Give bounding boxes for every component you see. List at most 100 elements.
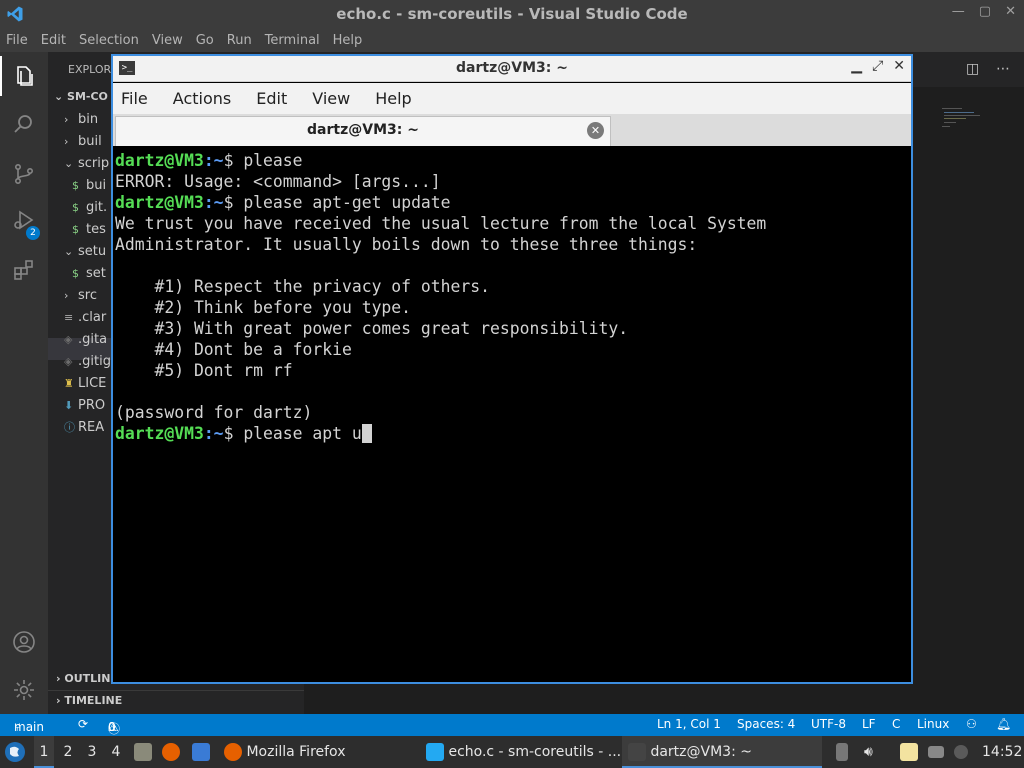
notes-icon[interactable] [900,736,918,768]
more-actions-icon[interactable]: ⋯ [996,61,1012,77]
taskbar-vscode[interactable]: echo.c - sm-coreutils - ... [426,736,621,768]
encoding[interactable]: UTF-8 [811,717,846,731]
maximize-icon[interactable]: ▢ [979,4,991,19]
shell-file-icon: $ [72,267,79,280]
outline-section[interactable]: › OUTLINE [56,672,118,685]
taskbar-terminal[interactable]: dartz@VM3: ~ [622,736,822,768]
terminal-titlebar[interactable]: >_ dartz@VM3: ~ ▁ ⤢ ✕ [113,56,911,82]
tree-item-scripts[interactable]: ⌄ scrip [64,153,109,175]
account-icon[interactable] [12,630,36,654]
taskbar-firefox[interactable]: Mozilla Firefox [224,736,345,768]
terminal-output[interactable]: dartz@VM3:~$ please ERROR: Usage: <comman… [113,148,911,682]
tree-item-setup[interactable]: ⌄ setu [64,241,106,263]
tree-item-clang[interactable]: ≡ .clar [64,307,106,329]
terminal-menu-edit[interactable]: Edit [256,89,287,108]
license-file-icon: ♜ [64,377,74,390]
workspace-4[interactable]: 4 [108,736,124,768]
branch-label: main [14,720,44,734]
prompt-symbol: $ [223,424,244,443]
tab-close-icon[interactable]: ✕ [587,122,604,139]
chevron-down-icon: ⌄ [64,157,74,170]
clipboard-icon[interactable] [836,736,848,768]
notifications-bell-icon[interactable]: 🔔︎ [996,717,1011,731]
start-menu-icon[interactable] [4,736,30,768]
menu-selection[interactable]: Selection [79,33,139,48]
cursor-position[interactable]: Ln 1, Col 1 [657,717,721,731]
language-mode[interactable]: C [892,717,900,731]
settings-gear-icon[interactable] [12,678,36,702]
firefox-launcher-icon[interactable] [162,736,184,768]
timeline-section[interactable]: › TIMELINE [56,694,122,707]
menu-view[interactable]: View [152,33,183,48]
tree-item-readme[interactable]: ⓘ REA [64,417,104,439]
os-status[interactable]: Linux [917,717,949,731]
tree-label: .gita [78,332,108,347]
tree-label: .gitig [78,354,111,369]
terminal-tab[interactable]: dartz@VM3: ~ ✕ [115,116,611,146]
workspace-2[interactable]: 2 [60,736,76,768]
tree-item-build[interactable]: › buil [64,131,102,153]
menu-help[interactable]: Help [333,33,363,48]
maximize-icon[interactable]: ⤢ [872,58,883,74]
terminal-menu-actions[interactable]: Actions [173,89,231,108]
tree-item-git-script[interactable]: $ git. [72,197,107,219]
split-editor-icon[interactable]: ◫ [966,61,982,77]
explorer-header: EXPLOR [68,63,112,76]
feedback-icon[interactable]: ⚇ [966,717,977,731]
terminal-menu-help[interactable]: Help [375,89,411,108]
chevron-right-icon: › [64,113,69,126]
chevron-down-icon: ⌄ [64,245,74,258]
menu-terminal[interactable]: Terminal [265,33,320,48]
terminal-menu-view[interactable]: View [312,89,350,108]
terminal-tab-bar: dartz@VM3: ~ ✕ [113,114,911,146]
terminal-menu-file[interactable]: File [121,89,148,108]
tree-item-setup-script[interactable]: $ set [72,263,106,285]
text-cursor [361,424,372,443]
explorer-icon[interactable] [12,64,36,88]
tree-label: tes [86,222,106,237]
minimize-icon[interactable]: ▁ [851,58,862,74]
close-icon[interactable]: ✕ [893,58,905,74]
run-debug-icon[interactable] [12,208,36,232]
tree-item-gitignore[interactable]: ◈ .gitig [64,351,111,373]
workspace-1[interactable]: 1 [34,736,54,768]
indentation[interactable]: Spaces: 4 [737,717,795,731]
show-desktop-icon[interactable] [192,736,214,768]
workspace-root[interactable]: ⌄ SM-CO [54,90,108,103]
minimize-icon[interactable]: — [952,4,965,19]
terminal-line: #1) Respect the privacy of others. [115,277,490,296]
network-icon[interactable] [928,736,944,768]
workspace-3[interactable]: 3 [84,736,100,768]
terminal-line: #3) With great power comes great respons… [115,319,629,338]
tray-app-icon[interactable] [954,736,968,768]
prompt-user: dartz@VM3 [115,193,204,212]
tree-item-bin[interactable]: › bin [64,109,98,131]
end-of-line[interactable]: LF [862,717,876,731]
file-manager-icon[interactable] [134,736,156,768]
menu-file[interactable]: File [6,33,28,48]
menu-go[interactable]: Go [196,33,214,48]
sync-icon[interactable]: ⟳ [78,717,88,731]
search-icon[interactable] [12,112,36,136]
close-icon[interactable]: ✕ [1005,4,1016,19]
menu-edit[interactable]: Edit [41,33,66,48]
tree-item-gitattributes[interactable]: ◈ .gita [64,329,107,351]
source-control-icon[interactable] [12,162,36,186]
prompt-path: :~ [203,193,224,212]
volume-icon[interactable]: 🔊︎ [864,736,873,768]
clock[interactable]: 14:52 [982,736,1022,768]
chevron-down-icon: ⌄ [54,90,68,103]
info-file-icon: ⓘ [64,421,75,434]
vscode-icon [426,743,444,761]
extensions-icon[interactable] [12,258,36,282]
tree-item-test-script[interactable]: $ tes [72,219,106,241]
git-file-icon: ◈ [64,355,73,368]
tree-item-project[interactable]: ⬇ PRO [64,395,105,417]
tree-item-src[interactable]: › src [64,285,97,307]
tree-label: git. [86,200,108,215]
tree-item-license[interactable]: ♜ LICE [64,373,106,395]
menu-run[interactable]: Run [227,33,252,48]
tree-item-build-script[interactable]: $ bui [72,175,106,197]
